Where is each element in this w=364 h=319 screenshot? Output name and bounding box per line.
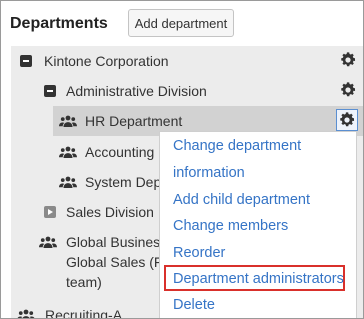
department-context-menu: Change department information Add child … bbox=[159, 131, 357, 318]
people-icon bbox=[59, 146, 77, 158]
people-icon bbox=[39, 236, 57, 248]
people-icon bbox=[17, 309, 35, 318]
tree-row-label: Kintone Corporation bbox=[44, 53, 169, 69]
menu-item-change-department-information-line-2[interactable]: information bbox=[173, 165, 245, 181]
tree-row-label-line-2: Global Sales (F bbox=[66, 254, 163, 270]
people-icon bbox=[59, 176, 77, 188]
page-title: Departments bbox=[10, 15, 108, 32]
gear-icon[interactable] bbox=[339, 81, 357, 99]
menu-item-department-administrators[interactable]: Department administrators bbox=[173, 271, 344, 287]
tree-row-kintone-corporation[interactable]: Kintone Corporation bbox=[11, 46, 363, 76]
tree-row-label: System Dep bbox=[85, 174, 162, 190]
menu-item-change-members[interactable]: Change members bbox=[173, 218, 288, 234]
departments-panel: Departments Add department Kintone Corpo… bbox=[0, 0, 364, 319]
menu-item-add-child-department[interactable]: Add child department bbox=[173, 192, 310, 208]
tree-row-label: Recruiting-A bbox=[45, 307, 123, 319]
tree-row-label: Administrative Division bbox=[66, 83, 207, 99]
collapse-icon[interactable] bbox=[20, 55, 32, 67]
gear-icon[interactable] bbox=[339, 51, 357, 69]
menu-item-reorder[interactable]: Reorder bbox=[173, 245, 225, 261]
expand-icon[interactable] bbox=[44, 206, 56, 218]
tree-row-label: Accounting bbox=[85, 144, 155, 160]
tree-row-label: HR Department bbox=[85, 113, 183, 129]
settings-button[interactable] bbox=[336, 109, 358, 131]
tree-row-label: Sales Division bbox=[66, 204, 154, 220]
add-department-button[interactable]: Add department bbox=[128, 9, 234, 37]
people-icon bbox=[59, 115, 77, 127]
collapse-icon[interactable] bbox=[44, 85, 56, 97]
tree-row-label-line-3: team) bbox=[66, 274, 102, 290]
menu-item-delete[interactable]: Delete bbox=[173, 297, 215, 313]
tree-row-administrative-division[interactable]: Administrative Division bbox=[11, 76, 363, 106]
tree-row-label: Global Busines bbox=[66, 234, 161, 250]
gear-icon[interactable] bbox=[338, 111, 356, 129]
menu-item-change-department-information[interactable]: Change department bbox=[173, 138, 301, 154]
